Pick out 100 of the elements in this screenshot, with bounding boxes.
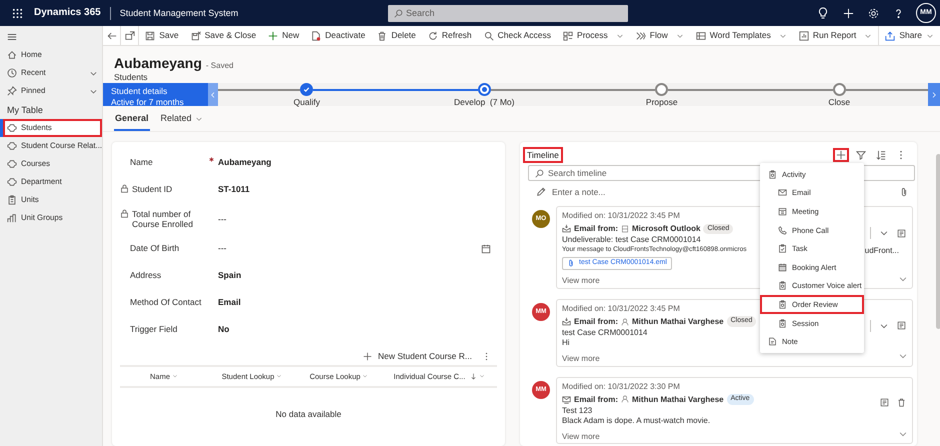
lightbulb-icon[interactable]: [816, 6, 830, 20]
sort-down-icon: [470, 373, 478, 380]
stage-active-icon[interactable]: [478, 83, 491, 96]
settings-icon: [868, 8, 878, 18]
view-more-link[interactable]: View more: [562, 432, 600, 442]
command-button[interactable]: Refresh: [422, 26, 478, 45]
person-icon: [621, 395, 630, 404]
field-label: Method Of Contact: [130, 297, 202, 308]
clipboard-icon: [778, 281, 787, 290]
envelope-icon: [562, 224, 571, 234]
chevrons-icon: [636, 30, 646, 40]
new-record-button[interactable]: New Student Course R...: [362, 351, 472, 362]
email-preview: udFront...: [864, 246, 899, 256]
field-label: Student ID: [132, 184, 172, 195]
lightbulb-icon: [817, 7, 829, 19]
timeline-title: Timeline: [523, 146, 563, 164]
tab[interactable]: Related: [160, 113, 204, 131]
tab[interactable]: General: [114, 113, 150, 131]
field-value[interactable]: No: [218, 324, 230, 335]
stage-pending-icon[interactable]: [832, 83, 846, 96]
stage-pending-icon[interactable]: [655, 83, 668, 96]
search-field[interactable]: Search: [388, 4, 628, 22]
command-button[interactable]: Process: [557, 26, 630, 45]
pin-icon: [7, 86, 17, 96]
stage-title: Student details: [111, 86, 168, 97]
sender-name[interactable]: Microsoft Outlook: [632, 224, 700, 234]
filter-icon: [856, 150, 866, 160]
app-launcher-button[interactable]: [10, 6, 24, 20]
magnifier-icon: [484, 30, 494, 40]
chevron-down-icon: [616, 32, 624, 40]
settings-button[interactable]: [866, 6, 880, 20]
chevron-down-icon: [172, 373, 178, 380]
chevron-down-icon: [864, 32, 872, 40]
modified-date: Modified on: 10/31/2022 3:30 PM: [562, 382, 680, 392]
chevron-down-icon: [276, 373, 282, 380]
sender-name[interactable]: Mithun Mathai Varghese: [632, 316, 724, 326]
home-icon: [7, 50, 17, 60]
command-button[interactable]: Save: [139, 26, 185, 45]
command-button[interactable]: Word Templates: [690, 26, 793, 45]
command-button[interactable]: Check Access: [478, 26, 558, 45]
command-button[interactable]: Flow: [630, 26, 690, 45]
command-button[interactable]: Deactivate: [305, 26, 372, 45]
command-button[interactable]: Delete: [371, 26, 422, 45]
add-button[interactable]: [841, 6, 855, 20]
app-title: Student Management System: [120, 8, 238, 18]
field-value[interactable]: Email: [218, 297, 241, 308]
note-field[interactable]: Enter a note...: [552, 186, 606, 198]
queue-icon: [621, 224, 630, 233]
person-icon: [621, 318, 630, 326]
command-button[interactable]: New: [262, 26, 306, 45]
view-more-link[interactable]: View more: [562, 354, 600, 364]
pop-out-icon: [124, 30, 135, 40]
search-icon: [394, 8, 403, 18]
view-more-link[interactable]: View more: [562, 276, 600, 286]
envelope-icon: [778, 188, 787, 198]
command-button[interactable]: Run Report: [792, 26, 878, 45]
search-icon: [535, 168, 544, 178]
chevron-down-icon: [778, 32, 787, 40]
note-icon: [768, 337, 777, 346]
field-value[interactable]: Aubameyang: [218, 157, 272, 168]
paperclip-icon: [899, 187, 909, 198]
clock-icon: [7, 68, 17, 78]
email-subject: test Case CRM0001014: [562, 328, 648, 338]
brand-name: Dynamics 365: [34, 7, 101, 19]
stage-label: Qualify: [294, 97, 320, 108]
field-label: Name: [130, 157, 153, 168]
share-button[interactable]: Share: [878, 26, 940, 45]
field-value[interactable]: ---: [218, 214, 226, 224]
command-button[interactable]: Save & Close: [184, 26, 262, 45]
paperclip-icon: [567, 259, 575, 268]
sender-name[interactable]: Mithun Mathai Varghese: [632, 394, 724, 404]
field-value[interactable]: Spain: [218, 270, 242, 281]
refresh-icon: [428, 30, 438, 40]
calendar-icon: [481, 244, 491, 254]
chevron-right-icon: [930, 90, 938, 98]
envelope-icon: [562, 317, 571, 326]
notes-icon: [897, 228, 906, 238]
stage-label: Propose: [646, 97, 678, 108]
email-subject: Hi: [562, 338, 570, 348]
bar-chart-icon: [7, 212, 17, 223]
field-value[interactable]: ---: [218, 243, 226, 254]
scrollbar[interactable]: [936, 154, 940, 329]
trash-icon: [897, 398, 906, 407]
clipboard-icon: [768, 170, 777, 179]
email-subject: Black Adam is dope. A must-watch movie.: [562, 416, 710, 426]
lock-icon: [120, 184, 129, 194]
sort-icon: [876, 150, 886, 160]
stage-duration: Active for 7 months: [111, 96, 185, 108]
stage-completed-icon[interactable]: [300, 83, 314, 96]
puzzle-icon: [7, 158, 17, 169]
plus-icon: [268, 30, 278, 40]
chart-icon: [798, 30, 809, 40]
chevron-down-icon: [479, 373, 486, 380]
pencil-icon: [536, 187, 546, 197]
active-stage-panel[interactable]: Student details Active for 7 months: [103, 83, 208, 106]
waffle-icon: [12, 8, 22, 18]
task-icon: [778, 244, 787, 254]
record-title: Aubameyang: [114, 55, 202, 71]
field-value[interactable]: ST-1011: [218, 184, 250, 195]
field-label: Date Of Birth: [130, 243, 180, 254]
